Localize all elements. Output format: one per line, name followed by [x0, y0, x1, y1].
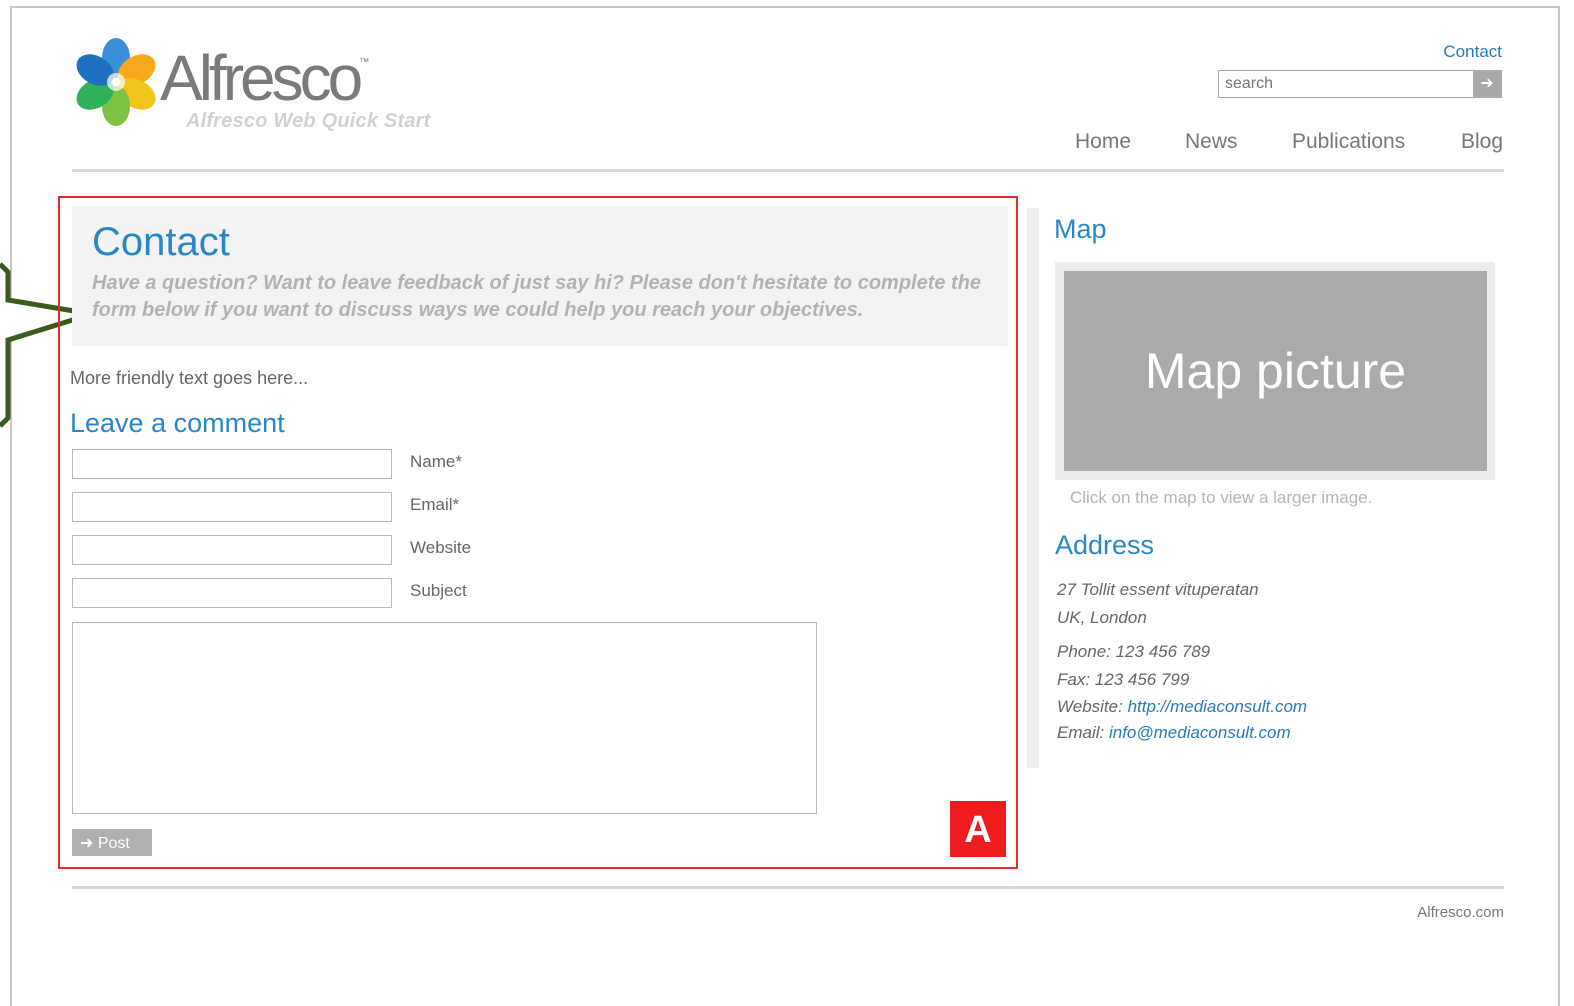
map-image[interactable]: Map picture — [1064, 271, 1487, 471]
email-link[interactable]: info@mediaconsult.com — [1109, 723, 1291, 742]
nav-news[interactable]: News — [1185, 130, 1238, 154]
address-line: 27 Tollit essent vituperatan — [1057, 580, 1259, 599]
address-line: UK, London — [1057, 608, 1147, 627]
site-tagline: Alfresco Web Quick Start — [186, 110, 431, 132]
search-submit-button[interactable]: ➜ — [1473, 71, 1501, 97]
nav-blog[interactable]: Blog — [1461, 130, 1503, 154]
nav-publications[interactable]: Publications — [1292, 130, 1405, 154]
website-link[interactable]: http://mediaconsult.com — [1128, 697, 1308, 716]
map-heading: Map — [1054, 214, 1107, 244]
footer-link[interactable]: Alfresco.com — [1417, 904, 1504, 921]
website-label: Website: — [1057, 697, 1123, 716]
highlight-region — [58, 196, 1018, 869]
brand-wordmark[interactable]: Alfresco™ — [160, 46, 369, 110]
footer-divider — [72, 886, 1504, 889]
address-heading: Address — [1055, 530, 1155, 560]
contact-link[interactable]: Contact — [1443, 42, 1502, 62]
header-divider — [72, 169, 1504, 172]
trademark-mark: ™ — [359, 57, 370, 68]
alfresco-logo-icon — [76, 38, 156, 126]
sidebar-divider — [1027, 208, 1039, 768]
map-caption: Click on the map to view a larger image. — [1070, 488, 1373, 507]
search-box: ➜ — [1218, 70, 1502, 98]
website-line: Website: http://mediaconsult.com — [1057, 697, 1307, 717]
nav-home[interactable]: Home — [1075, 130, 1131, 154]
email-line: Email: info@mediaconsult.com — [1057, 723, 1291, 743]
arrow-right-icon: ➜ — [1480, 75, 1494, 92]
search-input[interactable] — [1219, 71, 1471, 97]
fax-text: Fax: 123 456 799 — [1057, 670, 1190, 689]
region-badge: A — [950, 801, 1006, 857]
phone-text: Phone: 123 456 789 — [1057, 642, 1211, 661]
email-label: Email: — [1057, 723, 1105, 742]
